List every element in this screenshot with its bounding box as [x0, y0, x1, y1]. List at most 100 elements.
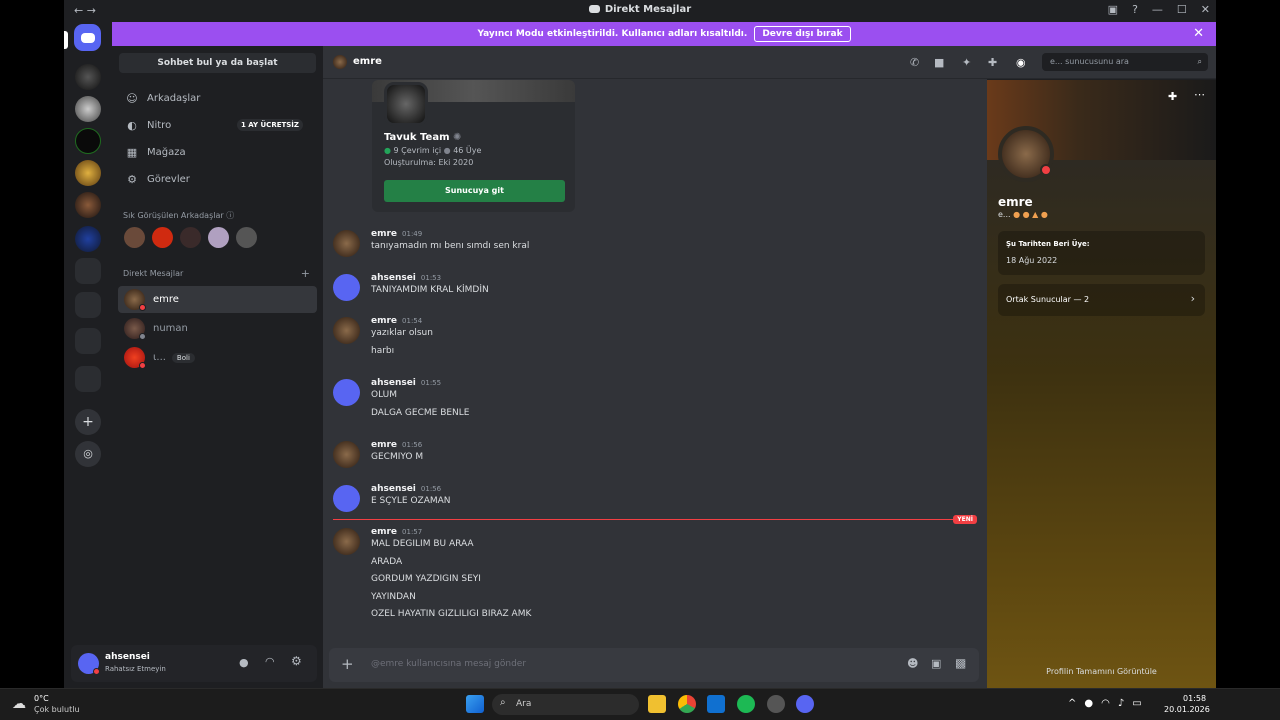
message-avatar[interactable]	[333, 230, 360, 257]
message-text: GORDUM YAZDIGIN SEYI	[371, 574, 481, 584]
dm-item-numan[interactable]: numan	[118, 315, 317, 342]
find-conversation-input[interactable]: Sohbet bul ya da başlat	[119, 53, 316, 73]
settings-gear-icon[interactable]: ⚙	[291, 654, 302, 668]
disable-streamer-button[interactable]: Devre dışı bırak	[754, 26, 851, 42]
taskbar-search[interactable]: ⌕ Ara	[492, 694, 639, 715]
nav-nitro[interactable]: ◐ Nitro 1 AY ÜCRETSİZ	[119, 112, 316, 138]
user-avatar[interactable]	[78, 653, 100, 675]
message-avatar[interactable]	[333, 379, 360, 406]
message-author[interactable]: ahsensei 01:53	[371, 273, 441, 283]
message-time: 01:49	[402, 230, 423, 238]
search-label: Ara	[516, 699, 532, 709]
go-to-server-button[interactable]: Sunucuya git	[384, 180, 565, 202]
server-invite-card: Tavuk Team ✺ ● 9 Çevrim içi ● 46 Üye Olu…	[372, 80, 575, 212]
message-time: 01:56	[420, 485, 442, 493]
dm-item-3[interactable]: ꙇ... Boli	[118, 344, 317, 371]
server-icon[interactable]	[75, 160, 101, 186]
system-tray[interactable]: ^●◠♪▭	[1068, 698, 1150, 709]
message-author[interactable]: emre 01:57	[371, 527, 422, 537]
emoji-icon[interactable]: ☻	[907, 657, 918, 670]
gift-icon[interactable]: ▩	[955, 656, 966, 670]
friend-avatar[interactable]	[208, 227, 229, 248]
gif-icon[interactable]: ▣	[931, 657, 941, 670]
message-time: 01:57	[402, 528, 423, 536]
user-profile-icon[interactable]: ◉	[1016, 56, 1026, 69]
headphones-icon[interactable]: ◠	[265, 655, 275, 668]
clock-date[interactable]: 20.01.2026	[1164, 705, 1210, 714]
pinned-messages-icon[interactable]: ✦	[962, 56, 971, 69]
message-text: tanıyamadın mı benı sımdı sen kral	[371, 241, 530, 251]
message-avatar[interactable]	[333, 485, 360, 512]
outlook-icon[interactable]	[707, 695, 725, 713]
server-folder[interactable]	[75, 328, 101, 354]
nitro-badge: 1 AY ÜCRETSİZ	[236, 119, 303, 131]
add-friend-icon[interactable]: ✚	[1168, 90, 1177, 103]
friend-avatar[interactable]	[124, 227, 145, 248]
message-author[interactable]: emre 01:56	[371, 440, 422, 450]
message-author[interactable]: emre 01:54	[371, 316, 422, 326]
banner-close-icon[interactable]: ✕	[1193, 26, 1204, 41]
home-button[interactable]	[74, 24, 101, 51]
maximize-button[interactable]: ☐	[1177, 3, 1187, 16]
server-folder[interactable]	[75, 366, 101, 392]
inbox-icon[interactable]: ▣	[1108, 3, 1118, 16]
nitro-icon: ◐	[127, 118, 137, 132]
message-input[interactable]: @emre kullanıcısına mesaj gönder	[371, 659, 891, 669]
video-call-icon[interactable]: ■	[934, 56, 944, 69]
header-search-input[interactable]: e... sunucusunu ara ⌕	[1042, 53, 1208, 71]
discord-taskbar-icon[interactable]	[796, 695, 814, 713]
app-icon[interactable]	[767, 695, 785, 713]
message-avatar[interactable]	[333, 274, 360, 301]
mutual-servers-button[interactable]: Ortak Sunucular — 2 ›	[998, 284, 1205, 316]
server-icon[interactable]	[75, 226, 101, 252]
message-text: yazıklar olsun	[371, 328, 433, 338]
server-folder[interactable]	[75, 258, 101, 284]
friend-avatar[interactable]	[236, 227, 257, 248]
server-icon[interactable]	[75, 192, 101, 218]
message-text: harbı	[371, 345, 395, 356]
clock-time[interactable]: 01:58	[1183, 694, 1206, 703]
chrome-icon[interactable]	[678, 695, 696, 713]
dm-item-emre[interactable]: emre	[118, 286, 317, 313]
spotify-icon[interactable]	[737, 695, 755, 713]
message-avatar[interactable]	[333, 528, 360, 555]
message-avatar[interactable]	[333, 317, 360, 344]
close-button[interactable]: ✕	[1201, 3, 1210, 16]
discover-button[interactable]: ◎	[75, 441, 101, 467]
message-text: OZEL HAYATIN GIZLILIGI BIRAZ AMK	[371, 609, 532, 619]
message-avatar[interactable]	[333, 441, 360, 468]
windows-start-icon[interactable]	[466, 695, 484, 713]
file-explorer-icon[interactable]	[648, 695, 666, 713]
server-icon[interactable]	[75, 64, 101, 90]
message-author[interactable]: ahsensei 01:55	[371, 378, 441, 388]
server-icon[interactable]	[75, 96, 101, 122]
view-full-profile-link[interactable]: Profilin Tamamını Görüntüle	[987, 667, 1216, 676]
friend-avatar[interactable]	[180, 227, 201, 248]
message-time: 01:55	[420, 379, 442, 387]
minimize-button[interactable]: —	[1152, 3, 1163, 16]
microphone-icon[interactable]: ●	[239, 656, 249, 669]
add-attachment-icon[interactable]: +	[341, 655, 354, 673]
nav-label: Mağaza	[147, 146, 186, 158]
dm-sidebar: Sohbet bul ya da başlat ☺ Arkadaşlar ◐ Nit…	[112, 46, 323, 642]
add-server-button[interactable]: +	[75, 409, 101, 435]
nav-friends[interactable]: ☺ Arkadaşlar	[119, 85, 316, 111]
nav-shop[interactable]: ▦ Mağaza	[119, 139, 316, 165]
nav-label: Nitro	[147, 119, 172, 131]
weather-icon: ☁	[12, 696, 26, 712]
author-name: emre	[371, 527, 398, 537]
add-friends-icon[interactable]: ✚	[988, 56, 997, 69]
nav-quests[interactable]: ⚙ Görevler	[119, 166, 316, 192]
message-author[interactable]: emre 01:49	[371, 229, 422, 239]
friend-avatar[interactable]	[152, 227, 173, 248]
message-time: 01:53	[420, 274, 442, 282]
new-dm-icon[interactable]: +	[301, 267, 310, 280]
chevron-right-icon: ›	[1190, 292, 1195, 305]
server-folder[interactable]	[75, 292, 101, 318]
server-icon[interactable]	[75, 128, 101, 154]
more-options-icon[interactable]: ⋯	[1194, 88, 1205, 101]
help-icon[interactable]: ?	[1132, 3, 1138, 16]
voice-call-icon[interactable]: ✆	[910, 56, 919, 69]
chat-title: emre	[353, 56, 382, 67]
message-author[interactable]: ahsensei 01:56	[371, 484, 441, 494]
